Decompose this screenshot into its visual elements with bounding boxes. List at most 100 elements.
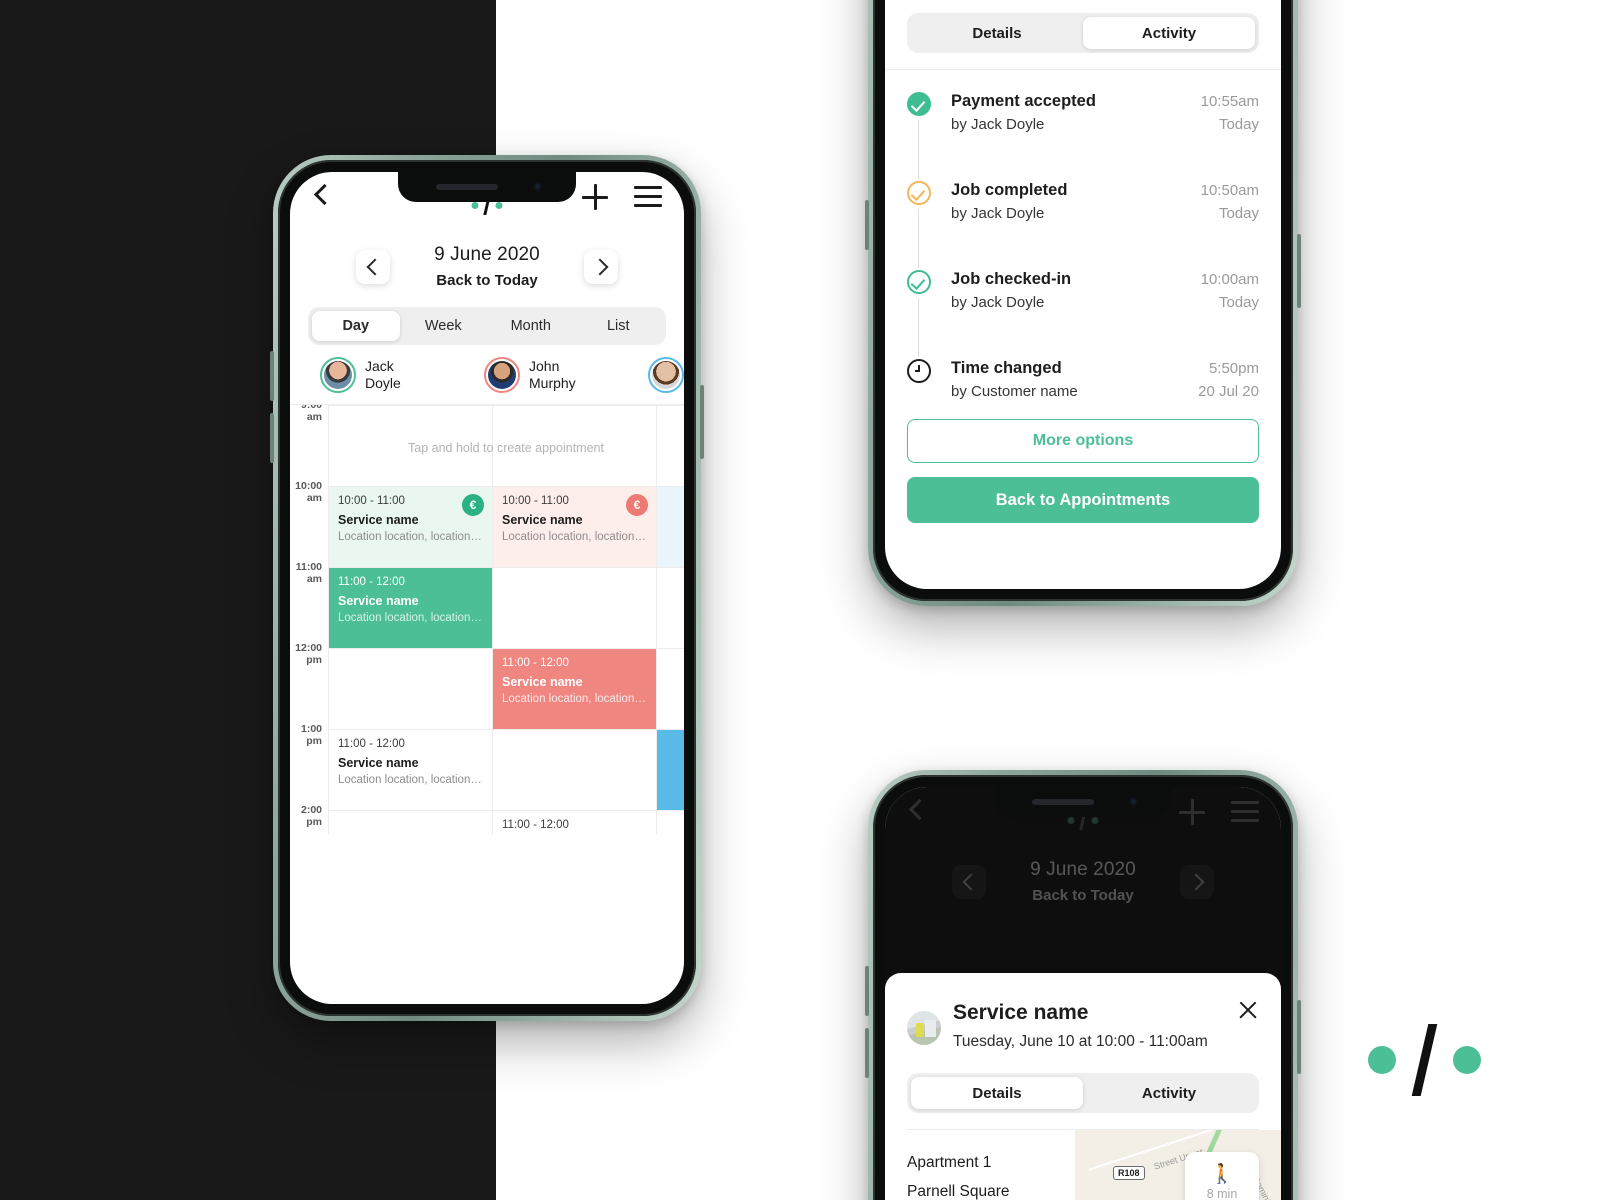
previous-day-button[interactable]: [356, 249, 390, 284]
activity-title: Payment accepted: [951, 92, 1096, 110]
walk-duration: 8 min: [1206, 1187, 1238, 1200]
logo-dot-left: [1368, 1046, 1396, 1074]
activity-actions: More options Back to Appointments: [907, 411, 1259, 523]
activity-title: Time changed: [951, 359, 1062, 377]
appointment-detail-sheet: Service name Tuesday, June 10 at 10:00 -…: [885, 973, 1281, 1200]
current-date: 9 June 2020: [1030, 859, 1136, 880]
staff-name: Jack Doyle: [365, 358, 401, 392]
appointment-card[interactable]: 11:00 - 12:00 Service name Location loca…: [329, 730, 492, 810]
volume-up-button: [270, 351, 274, 401]
appointment-card[interactable]: 10:00 - 11:00 Service name Location loca…: [493, 487, 656, 567]
view-mode-tabs: Day Week Month List: [308, 307, 666, 345]
activity-phone-device: Details Activity Payment accepted 10:55a…: [865, 0, 1301, 606]
calendar-grid[interactable]: 9:00 am 10:00 am 11:00 am 12:00 pm 1:00 …: [290, 405, 684, 835]
date-display: 9 June 2020 Back to Today: [1008, 859, 1158, 904]
appointment-card[interactable]: [657, 487, 684, 567]
appointment-time: 11:00 - 12:00: [338, 738, 405, 750]
payment-euro-badge: €: [626, 494, 648, 516]
previous-day-button[interactable]: [952, 864, 986, 899]
close-icon[interactable]: [1237, 999, 1259, 1021]
next-day-button[interactable]: [584, 249, 618, 284]
front-camera: [1129, 797, 1138, 806]
activity-time: 10:00am: [1200, 271, 1259, 288]
address-line: Parnell Square: [907, 1183, 1010, 1200]
activity-date: Today: [1218, 205, 1259, 222]
plus-icon[interactable]: [582, 184, 608, 210]
showcase-canvas: 9 June 2020 Back to Today Day Week Month…: [0, 0, 1600, 1200]
detail-screen: 9 June 2020 Back to Today Service name T…: [885, 787, 1281, 1200]
activity-time: 10:50am: [1200, 182, 1259, 199]
device-bezel: Details Activity Payment accepted 10:55a…: [873, 0, 1293, 601]
volume-down-button: [865, 1028, 869, 1078]
power-button: [1297, 234, 1301, 308]
plus-icon[interactable]: [1179, 799, 1205, 825]
dimmed-date-navigator: 9 June 2020 Back to Today: [885, 859, 1281, 904]
appointment-location: Location location, location…: [338, 612, 482, 625]
calendar-phone-device: 9 June 2020 Back to Today Day Week Month…: [270, 155, 704, 1021]
payment-euro-badge: €: [462, 494, 484, 516]
volume-down-button: [270, 413, 274, 463]
tab-day[interactable]: Day: [312, 311, 400, 341]
logo-dot-right: [1091, 817, 1099, 824]
appointment-time: 11:00 - 12:00: [338, 576, 405, 588]
staff-jack-doyle[interactable]: Jack Doyle: [320, 356, 484, 393]
appointment-card[interactable]: 11:00 - 12:00 Service name Location loca…: [493, 811, 656, 835]
activity-item[interactable]: Job completed 10:50am by Jack Doyle Toda…: [907, 181, 1259, 270]
staff-third[interactable]: [648, 356, 684, 393]
appointment-card[interactable]: 11:00 - 12:00 Service name Location loca…: [329, 568, 492, 648]
appointment-title: Service name: [502, 512, 583, 527]
date-display: 9 June 2020 Back to Today: [412, 244, 562, 289]
chevron-left-icon[interactable]: [308, 182, 334, 208]
front-camera: [533, 182, 542, 191]
activity-time: 5:50pm: [1208, 360, 1259, 377]
timeline-connector: [918, 209, 919, 268]
calendar-screen: 9 June 2020 Back to Today Day Week Month…: [290, 172, 684, 1004]
back-to-today-link[interactable]: Back to Today: [412, 272, 562, 289]
staff-column-headers: Jack Doyle John Murphy: [290, 345, 684, 405]
brand-logo: [1368, 1024, 1481, 1096]
earpiece-speaker: [1032, 799, 1094, 805]
hamburger-menu-icon[interactable]: [634, 186, 662, 207]
detail-activity-tabs: Details Activity: [907, 1073, 1259, 1130]
back-to-appointments-button[interactable]: Back to Appointments: [907, 477, 1259, 523]
walking-time-badge[interactable]: 🚶 8 min: [1185, 1152, 1259, 1200]
next-day-button[interactable]: [1180, 864, 1214, 899]
tab-details[interactable]: Details: [911, 17, 1083, 49]
staff-john-murphy[interactable]: John Murphy: [484, 356, 648, 393]
location-map[interactable]: R108 Street Upper Dominick S North Apart…: [885, 1130, 1281, 1200]
activity-item[interactable]: Job checked-in 10:00am by Jack Doyle Tod…: [907, 270, 1259, 359]
appointment-card[interactable]: 11:00 - 12:00 Service name Location loca…: [493, 649, 656, 729]
avatar: [648, 356, 684, 393]
activity-title: Job checked-in: [951, 270, 1072, 288]
tab-activity[interactable]: Activity: [1083, 1077, 1255, 1109]
avatar: [320, 356, 356, 393]
more-options-button[interactable]: More options: [907, 419, 1259, 463]
activity-item[interactable]: Payment accepted 10:55am by Jack Doyle T…: [907, 92, 1259, 181]
device-bezel: 9 June 2020 Back to Today Day Week Month…: [278, 160, 696, 1016]
logo-dot-left: [471, 202, 479, 209]
activity-time: 10:55am: [1200, 93, 1259, 110]
activity-timeline: Payment accepted 10:55am by Jack Doyle T…: [907, 70, 1259, 411]
tab-details[interactable]: Details: [911, 1077, 1083, 1109]
hamburger-menu-icon[interactable]: [1231, 801, 1259, 822]
tab-week[interactable]: Week: [400, 311, 488, 341]
activity-item[interactable]: Time changed 5:50pm by Customer name 20 …: [907, 359, 1259, 411]
staff-last-name: Doyle: [365, 374, 401, 391]
tab-list[interactable]: List: [575, 311, 663, 341]
logo-slash: [1411, 1024, 1438, 1096]
tab-month[interactable]: Month: [487, 311, 575, 341]
tab-activity[interactable]: Activity: [1083, 17, 1255, 49]
avatar: [484, 356, 520, 393]
staff-first-name: Jack: [365, 357, 394, 374]
activity-title: Job completed: [951, 181, 1068, 199]
hour-gridline: [328, 405, 684, 406]
chevron-left-icon[interactable]: [903, 797, 929, 823]
address-line: Apartment 1: [907, 1154, 992, 1171]
current-date: 9 June 2020: [434, 244, 540, 265]
hour-label: 11:00 am: [295, 561, 322, 585]
staff-first-name: John: [529, 357, 560, 374]
appointment-card[interactable]: 10:00 - 11:00 Service name Location loca…: [329, 487, 492, 567]
appointment-location: Location location, location…: [502, 531, 646, 544]
appointment-card[interactable]: [657, 730, 684, 810]
pedestrian-icon: 🚶: [1210, 1164, 1234, 1185]
